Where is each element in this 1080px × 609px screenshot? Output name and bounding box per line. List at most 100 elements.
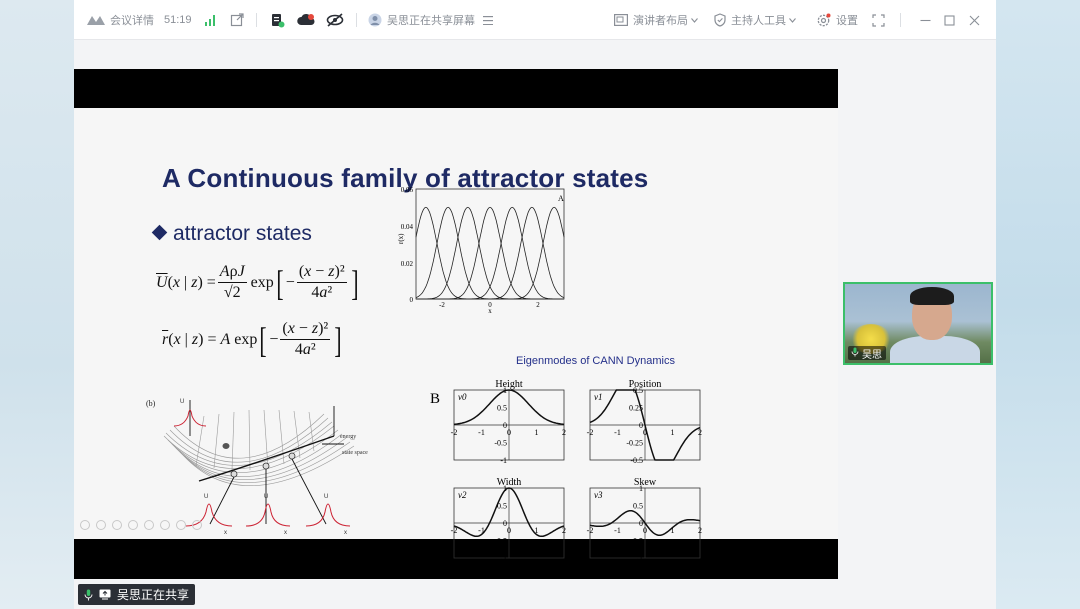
sharing-status-text: 吴思正在共享 — [117, 588, 190, 602]
camera-icon[interactable] — [176, 520, 186, 530]
figure-a-panel-label: A — [558, 194, 564, 203]
sharing-status-label: 吴思正在共享屏幕 — [387, 15, 475, 27]
presentation-slide: A Continuous family of attractor states … — [74, 108, 838, 563]
eigenmode-xtick: -2 — [587, 428, 594, 437]
eigenmode-ytick: -0.5 — [494, 439, 507, 448]
eigenmode-xtick: 2 — [562, 428, 566, 437]
eigenmode-xtick: -1 — [614, 526, 621, 535]
fullscreen-icon[interactable] — [872, 0, 885, 40]
eigenmode-ytick: -0.5 — [494, 537, 507, 546]
popout-icon[interactable] — [230, 0, 244, 40]
figure-a-ylabel: r(x) — [397, 233, 405, 244]
eigenmode-xtick: 2 — [698, 428, 702, 437]
slide-bullet: attractor states — [151, 222, 312, 246]
eigenmode-xtick: 0 — [643, 428, 647, 437]
close-icon[interactable] — [969, 0, 980, 40]
eigenmode-title: Skew — [634, 477, 657, 488]
landscape-panel-label: (b) — [146, 399, 156, 408]
state-point — [288, 452, 296, 460]
x-label: x — [284, 530, 287, 536]
maximize-icon[interactable] — [944, 0, 955, 40]
figure-a-ytick: 0 — [410, 296, 414, 304]
eigenmode-ytick: 0.5 — [497, 404, 507, 413]
figure-b-panels: Heightv010.50-0.5-1-2 -1 0 1 2Positionv10.50… — [451, 379, 702, 563]
speaker-layout-button[interactable]: 演讲者布局 — [614, 0, 698, 40]
sharing-status-bar[interactable]: 吴思正在共享 — [78, 584, 196, 605]
zoom-icon[interactable] — [144, 520, 154, 530]
bump-curve — [415, 206, 564, 300]
more-icon[interactable] — [192, 520, 202, 530]
state-point — [230, 470, 238, 478]
state-space-label: state space — [342, 450, 368, 456]
eigenmode-ytick: 0.5 — [633, 386, 643, 395]
pointer-icon[interactable] — [160, 520, 170, 530]
sharing-status[interactable]: 吴思正在共享屏幕 — [368, 0, 493, 40]
energy-landscape-figure: (b) energy state space U U U U x x x — [146, 399, 368, 536]
speaker-layout-label: 演讲者布局 — [633, 15, 688, 27]
landscape-surface-lines — [163, 409, 355, 486]
eigenmode-ytick: 1 — [503, 484, 507, 493]
document-icon[interactable] — [270, 0, 285, 40]
bump-curve — [416, 206, 564, 300]
layout-icon — [614, 14, 628, 26]
settings-label: 设置 — [836, 15, 858, 27]
figure-a-ytick: 0.06 — [401, 186, 414, 194]
figure-a-xlabel: x — [488, 307, 492, 314]
elapsed-time: 51:19 — [164, 14, 192, 26]
eigenmode-title: Height — [495, 379, 522, 390]
figure-a-ytick: 0.02 — [401, 260, 414, 268]
bullet-text: attractor states — [173, 222, 312, 245]
eigenmode-ytick: 1 — [503, 386, 507, 395]
next-slide-icon[interactable] — [96, 520, 106, 530]
mic-icon — [851, 347, 859, 360]
settings-button[interactable]: 设置 — [816, 0, 858, 40]
pen-icon[interactable] — [112, 520, 122, 530]
toolbar-divider — [256, 13, 257, 27]
figure-b-panel-label: B — [430, 391, 440, 407]
meeting-window: 会议详情 51:19 吴思正在共享屏幕 演讲者布局 主持人工具 设置 A Con… — [74, 0, 996, 609]
sharing-avatar-icon — [368, 13, 382, 27]
privacy-icon[interactable] — [326, 0, 344, 40]
diamond-bullet-icon — [151, 224, 168, 241]
eigenmode-xtick: -2 — [451, 526, 458, 535]
eigenmode-xtick: 0 — [507, 526, 511, 535]
bump-curve — [416, 206, 564, 300]
eigenmode-xtick: -1 — [614, 428, 621, 437]
participant-video-tile[interactable]: 吴思 — [843, 282, 993, 365]
minimize-icon[interactable] — [920, 0, 931, 40]
energy-label: energy — [340, 434, 356, 440]
eigenmode-ytick: -0.25 — [626, 439, 643, 448]
x-label: x — [344, 530, 347, 536]
shield-icon — [714, 13, 726, 27]
meeting-details-button[interactable]: 会议详情 — [86, 0, 154, 40]
u-label: U — [324, 494, 328, 500]
figure-a-frame — [415, 188, 565, 300]
cloud-record-icon[interactable] — [297, 0, 315, 40]
slide-controls[interactable] — [80, 520, 202, 530]
x-label: x — [224, 530, 227, 536]
participant-name-tag: 吴思 — [848, 346, 886, 361]
u-label: U — [180, 399, 184, 405]
mic-icon — [84, 589, 93, 601]
signal-strength-icon[interactable] — [204, 0, 216, 40]
toolbar-divider — [900, 13, 901, 27]
u-label: U — [264, 494, 268, 500]
eigenmode-xtick: 2 — [698, 526, 702, 535]
bump-curve — [416, 206, 565, 300]
eigenmode-xtick: 0 — [643, 526, 647, 535]
eigenmode-xtick: -2 — [587, 526, 594, 535]
slides-grid-icon[interactable] — [128, 520, 138, 530]
prev-slide-icon[interactable] — [80, 520, 90, 530]
shared-screen: A Continuous family of attractor states … — [74, 69, 838, 579]
toolbar-divider — [356, 13, 357, 27]
host-tools-button[interactable]: 主持人工具 — [714, 0, 796, 40]
meeting-toolbar: 会议详情 51:19 吴思正在共享屏幕 演讲者布局 主持人工具 设置 — [74, 0, 996, 40]
eigenmode-ytick: -0.5 — [630, 456, 643, 465]
eigenmode-ytick: -1 — [500, 456, 507, 465]
bump-curve — [416, 206, 564, 300]
chevron-down-icon — [789, 17, 796, 23]
screen-share-icon — [99, 589, 111, 600]
eigenmode-xtick: 1 — [671, 526, 675, 535]
meeting-details-label: 会议详情 — [110, 15, 154, 27]
eigenmode-xtick: 0 — [507, 428, 511, 437]
